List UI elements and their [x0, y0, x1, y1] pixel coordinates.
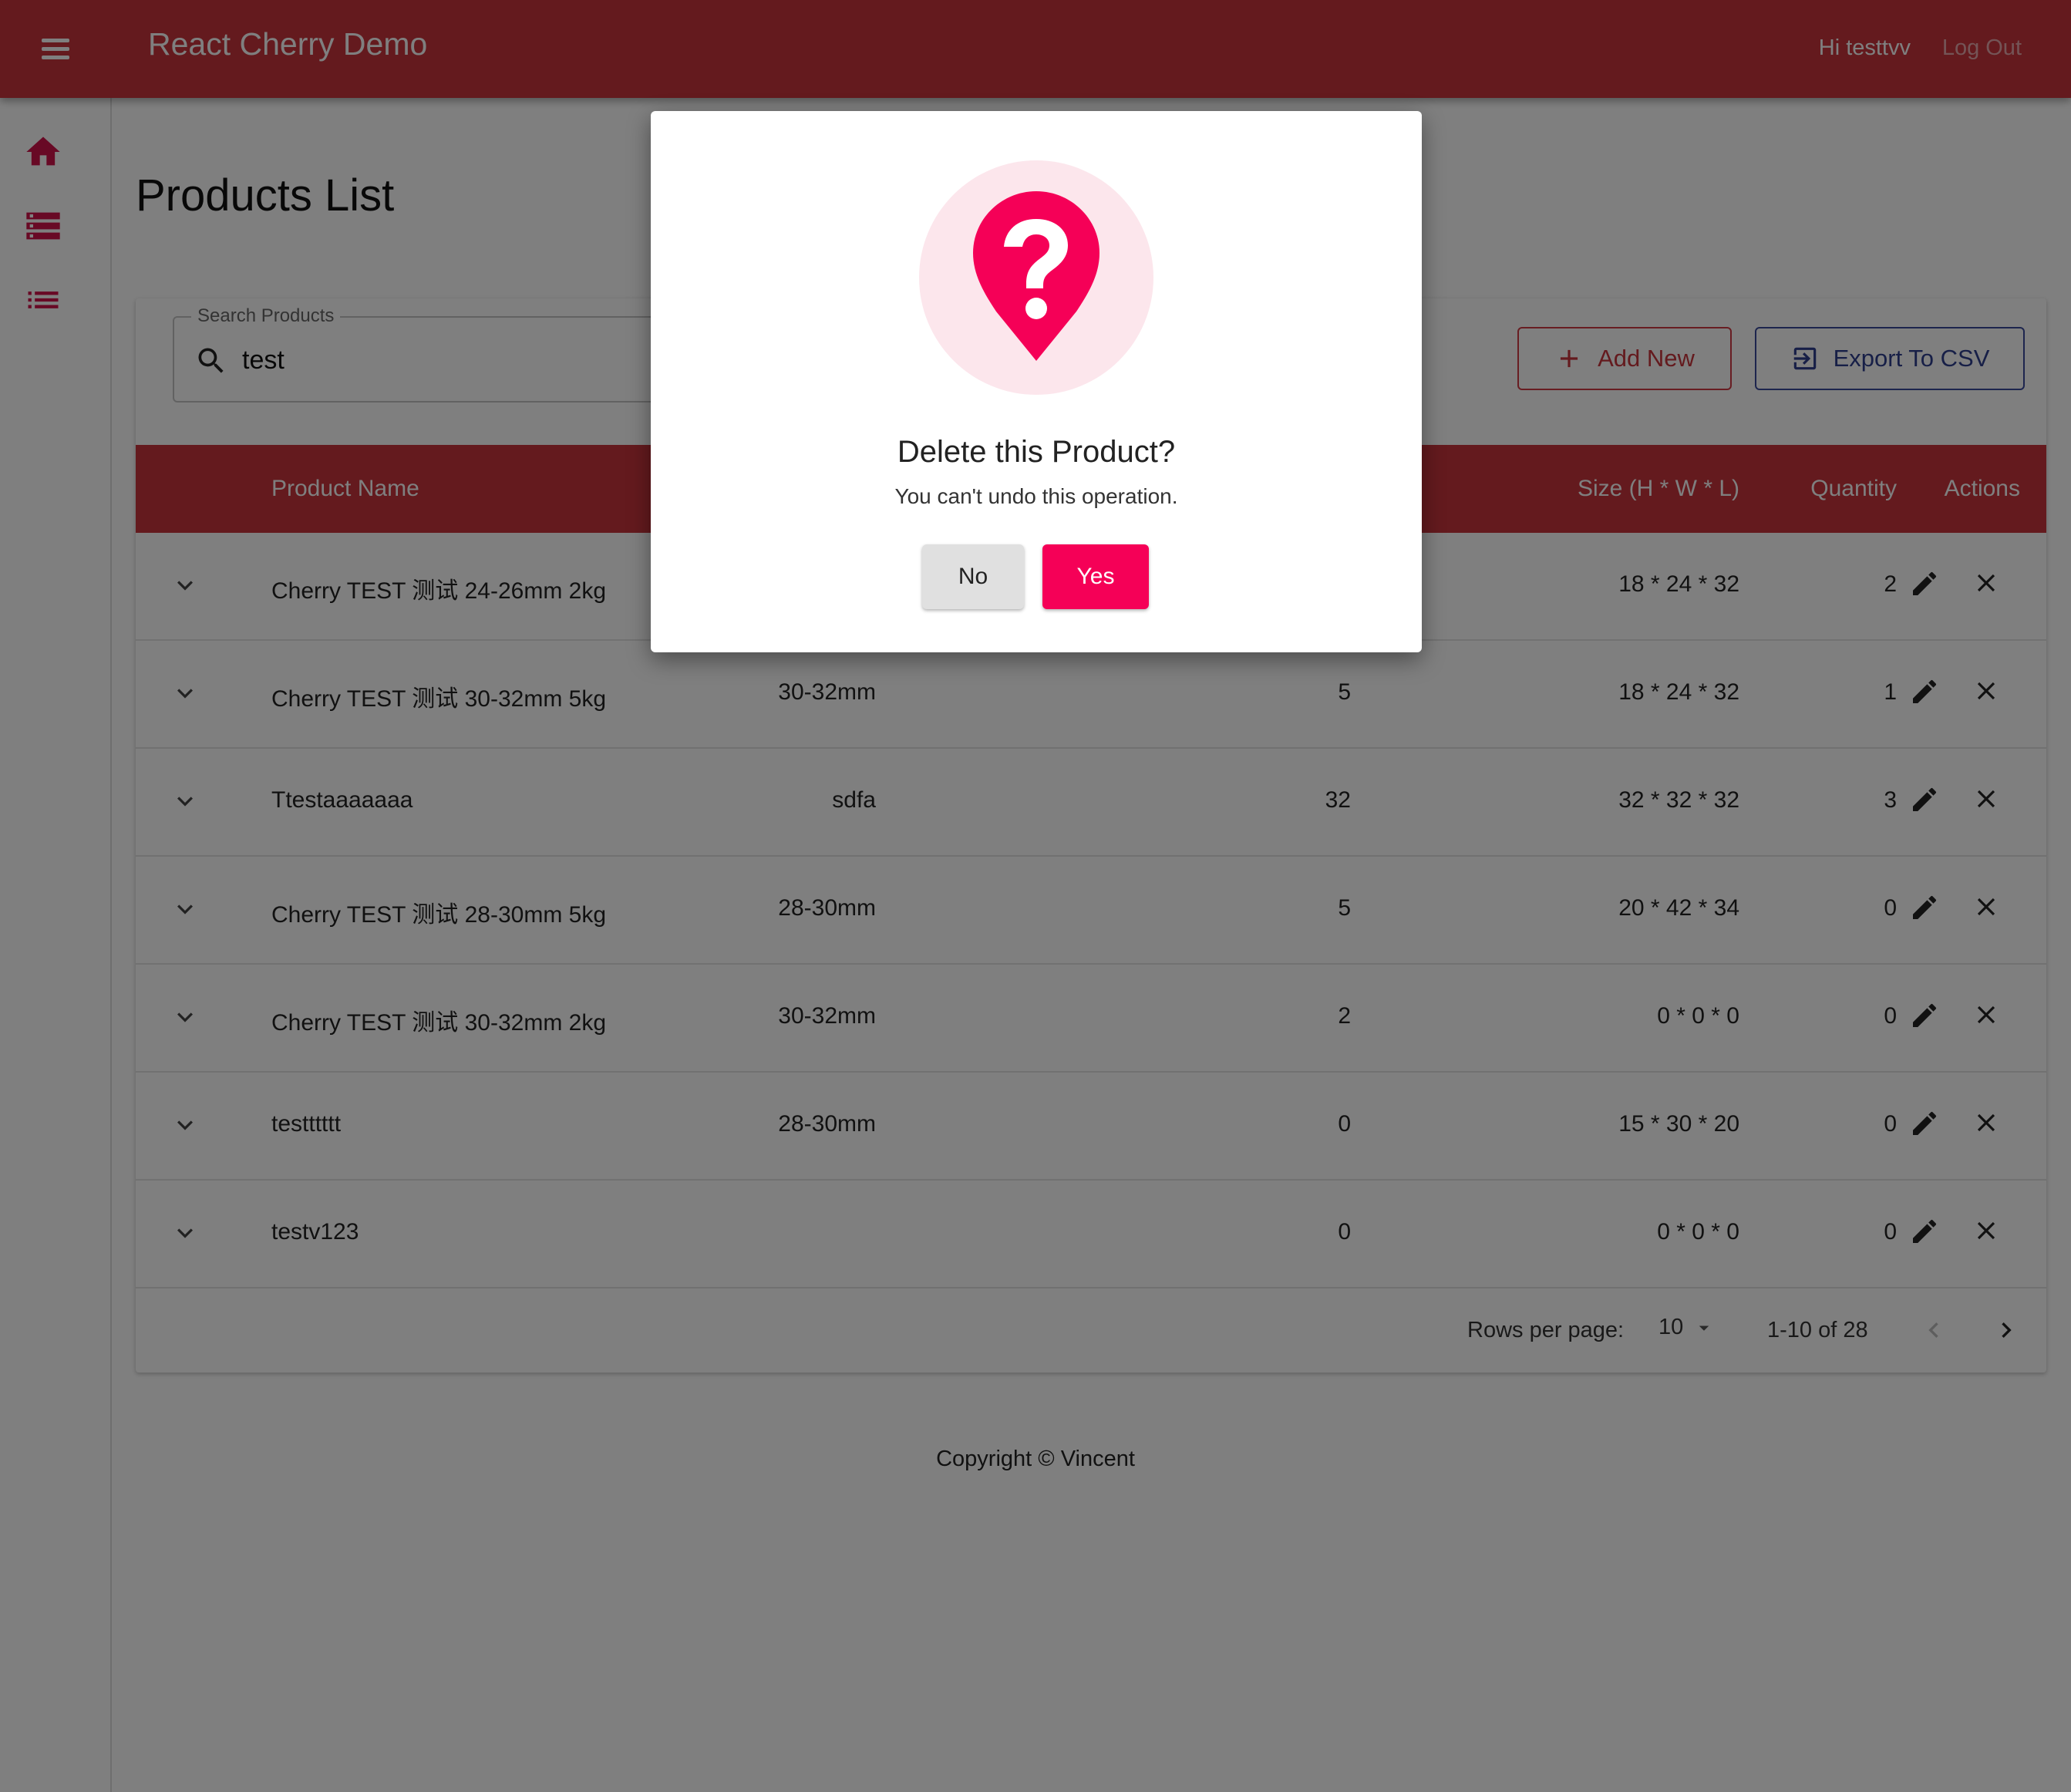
confirm-dialog: Delete this Product? You can't undo this…	[651, 111, 1422, 652]
yes-button[interactable]: Yes	[1042, 544, 1149, 609]
warning-badge	[919, 160, 1153, 395]
dialog-subtitle: You can't undo this operation.	[894, 484, 1178, 508]
question-pin-icon	[973, 191, 1099, 361]
dialog-title: Delete this Product?	[897, 435, 1176, 469]
no-button[interactable]: No	[922, 544, 1024, 609]
